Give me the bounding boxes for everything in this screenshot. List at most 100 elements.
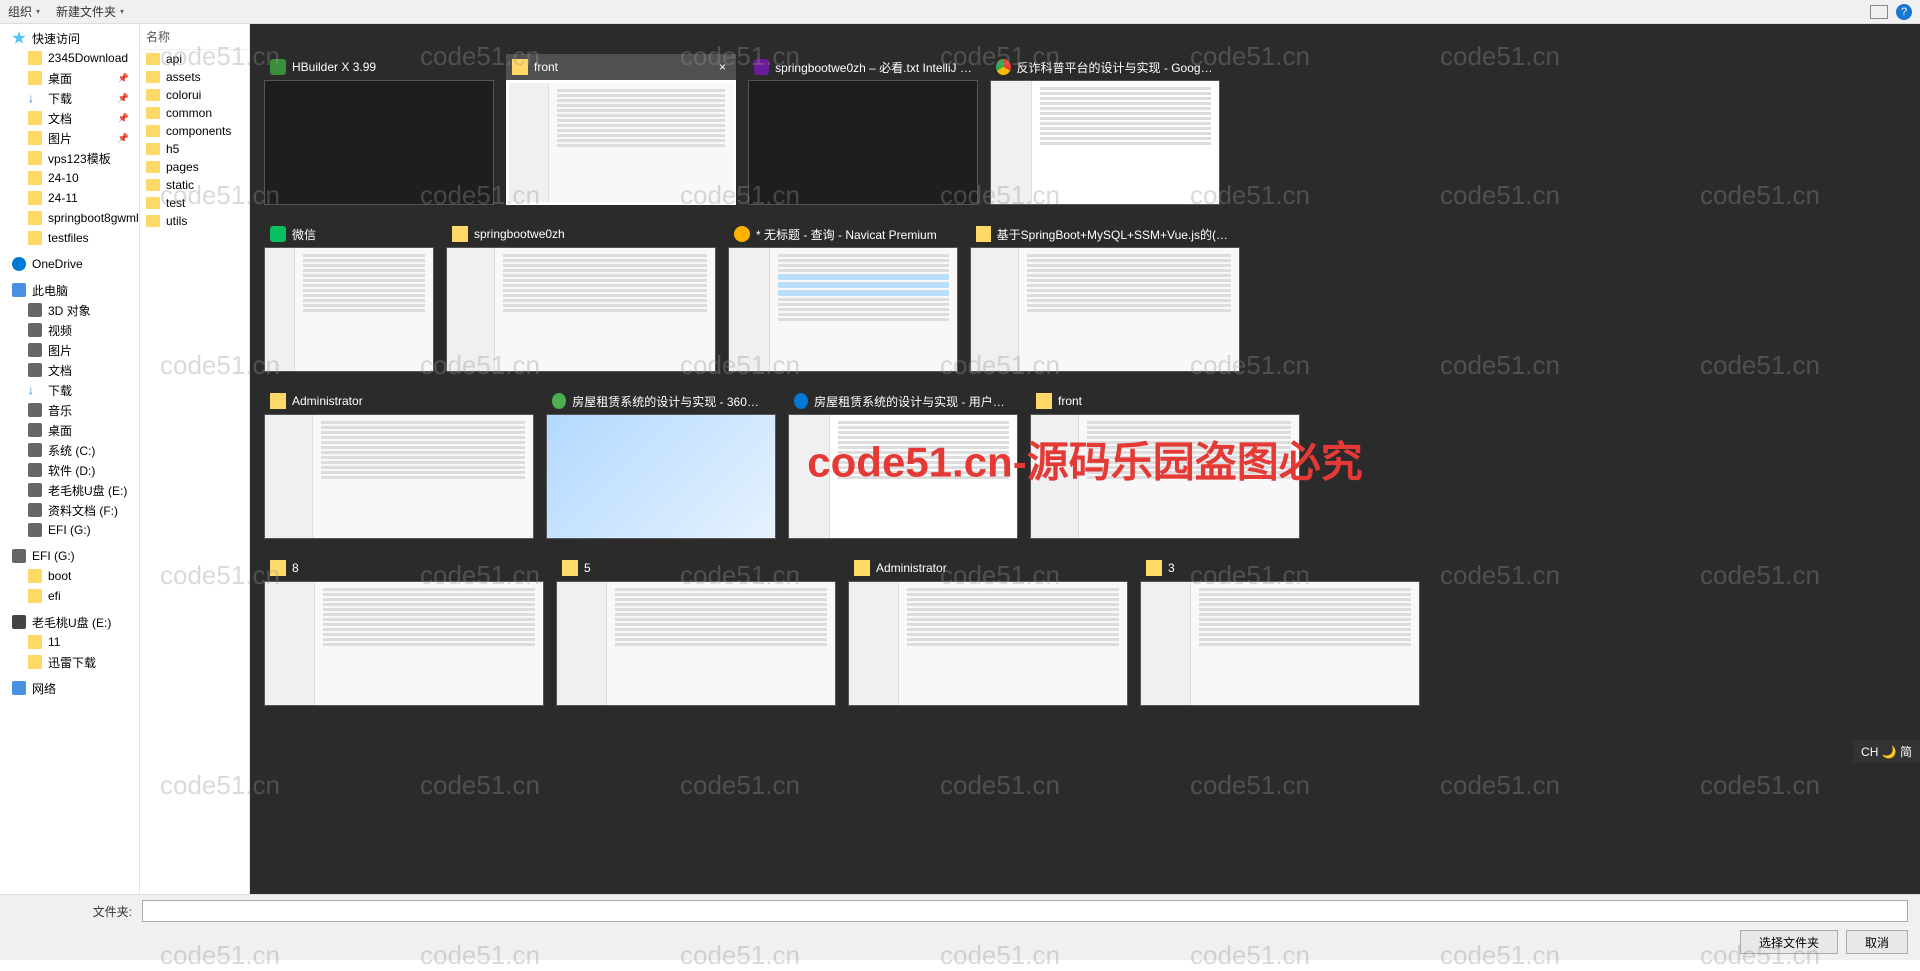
network[interactable]: 网络 — [0, 678, 139, 698]
drive-subitem[interactable]: efi — [0, 586, 139, 606]
window-thumbnail[interactable]: front — [1030, 388, 1300, 539]
folder-list-item[interactable]: pages — [140, 158, 249, 176]
nav-item-label: 迅雷下载 — [48, 654, 96, 671]
window-thumbnail[interactable]: 房屋租赁系统的设计与实现 - 360安全浏… — [546, 388, 776, 539]
efi-drive[interactable]: EFI (G:) — [0, 546, 139, 566]
quick-access-item[interactable]: 24-10 — [0, 168, 139, 188]
pc-item[interactable]: 资料文档 (F:) — [0, 500, 139, 520]
folder-name: utils — [166, 214, 187, 228]
folder-icon — [146, 89, 160, 101]
folder-list-item[interactable]: common — [140, 104, 249, 122]
pc-item[interactable]: 音乐 — [0, 400, 139, 420]
drive-icon: ↓ — [28, 383, 42, 397]
folder-list-item[interactable]: api — [140, 50, 249, 68]
drive-icon — [28, 303, 42, 317]
folder-icon — [28, 171, 42, 185]
pc-item[interactable]: 桌面 — [0, 420, 139, 440]
quick-access-item[interactable]: 2345Download — [0, 48, 139, 68]
thumbnail-title-bar: 微信 — [264, 221, 434, 247]
folder-list-item[interactable]: colorui — [140, 86, 249, 104]
usb-icon — [12, 615, 26, 629]
main-area: 快速访问 2345Download桌面📌↓下载📌文档📌图片📌vps123模板24… — [0, 24, 1920, 894]
window-thumbnail[interactable]: Administrator — [848, 555, 1128, 706]
quick-access-item[interactable]: 桌面📌 — [0, 68, 139, 88]
onedrive[interactable]: OneDrive — [0, 254, 139, 274]
window-thumbnail[interactable]: front× — [506, 54, 736, 205]
window-thumbnail[interactable]: 5 — [556, 555, 836, 706]
nav-item-label: testfiles — [48, 231, 89, 245]
folder-list-item[interactable]: static — [140, 176, 249, 194]
window-thumbnail[interactable]: 3 — [1140, 555, 1420, 706]
organize-menu[interactable]: 组织 — [8, 3, 40, 20]
nav-item-label: vps123模板 — [48, 150, 111, 167]
app-icon — [270, 560, 286, 576]
app-icon — [512, 59, 528, 75]
window-thumbnail[interactable]: Administrator — [264, 388, 534, 539]
pc-item[interactable]: 视频 — [0, 320, 139, 340]
quick-access-item[interactable]: testfiles — [0, 228, 139, 248]
drive-icon — [28, 523, 42, 537]
network-label: 网络 — [32, 680, 56, 697]
folder-icon — [28, 71, 42, 85]
window-thumbnail[interactable]: 8 — [264, 555, 544, 706]
folder-list-column: 名称 apiassetscolorui common componentsh5pag… — [140, 24, 250, 894]
new-folder-menu[interactable]: 新建文件夹 — [56, 3, 124, 20]
usb-drive[interactable]: 老毛桃U盘 (E:) — [0, 612, 139, 632]
pc-item[interactable]: 系统 (C:) — [0, 440, 139, 460]
efi-label: EFI (G:) — [32, 549, 75, 563]
window-thumbnail[interactable]: HBuilder X 3.99 — [264, 54, 494, 205]
folder-list-item[interactable]: assets — [140, 68, 249, 86]
pc-item[interactable]: 老毛桃U盘 (E:) — [0, 480, 139, 500]
folder-name: common — [166, 106, 212, 120]
drive-subitem[interactable]: 11 — [0, 632, 139, 652]
nav-item-label: 软件 (D:) — [48, 462, 95, 479]
thumbnail-preview — [1030, 414, 1300, 539]
quick-access-item[interactable]: vps123模板 — [0, 148, 139, 168]
folder-list-item[interactable]: test — [140, 194, 249, 212]
quick-access-item[interactable]: springboot8gwml — [0, 208, 139, 228]
select-folder-button[interactable]: 选择文件夹 — [1740, 930, 1838, 954]
app-icon — [552, 393, 566, 409]
folder-path-input[interactable] — [142, 900, 1908, 922]
nav-item-label: 24-11 — [48, 191, 78, 205]
window-thumbnail[interactable]: 微信 — [264, 221, 434, 372]
thumbnail-title-bar: 8 — [264, 555, 544, 581]
drive-subitem[interactable]: 迅雷下载 — [0, 652, 139, 672]
pc-item[interactable]: 软件 (D:) — [0, 460, 139, 480]
pc-item[interactable]: 文档 — [0, 360, 139, 380]
download-icon: ↓ — [28, 91, 42, 105]
thumbnail-preview — [264, 247, 434, 372]
window-thumbnail[interactable]: springbootwe0zh – 必看.txt IntelliJ ID… — [748, 54, 978, 205]
quick-access[interactable]: 快速访问 — [0, 28, 139, 48]
drive-subitem[interactable]: boot — [0, 566, 139, 586]
quick-access-item[interactable]: ↓下载📌 — [0, 88, 139, 108]
folder-name: static — [166, 178, 194, 192]
ime-indicator[interactable]: CH 🌙 简 — [1853, 740, 1920, 763]
pc-item[interactable]: 图片 — [0, 340, 139, 360]
nav-item-label: 老毛桃U盘 (E:) — [48, 482, 127, 499]
nav-item-label: EFI (G:) — [48, 523, 91, 537]
folder-list-item[interactable]: components — [140, 122, 249, 140]
folder-list-item[interactable]: h5 — [140, 140, 249, 158]
close-icon[interactable]: × — [715, 60, 730, 74]
drive-icon — [28, 443, 42, 457]
folder-icon — [28, 569, 42, 583]
pc-item[interactable]: 3D 对象 — [0, 300, 139, 320]
column-header-name[interactable]: 名称 — [140, 24, 249, 50]
folder-list-item[interactable]: utils — [140, 212, 249, 230]
quick-access-item[interactable]: 文档📌 — [0, 108, 139, 128]
quick-access-item[interactable]: 图片📌 — [0, 128, 139, 148]
window-thumbnail[interactable]: 基于SpringBoot+MySQL+SSM+Vue.js的(附论文) — [970, 221, 1240, 372]
quick-access-item[interactable]: 24-11 — [0, 188, 139, 208]
cancel-button[interactable]: 取消 — [1846, 930, 1908, 954]
help-icon[interactable]: ? — [1896, 4, 1912, 20]
this-pc[interactable]: 此电脑 — [0, 280, 139, 300]
window-thumbnail[interactable]: springbootwe0zh — [446, 221, 716, 372]
view-mode-icon[interactable] — [1870, 5, 1888, 19]
pc-item[interactable]: EFI (G:) — [0, 520, 139, 540]
drive-icon — [28, 423, 42, 437]
window-thumbnail[interactable]: 房屋租赁系统的设计与实现 - 用户配置 1… — [788, 388, 1018, 539]
window-thumbnail[interactable]: 反诈科普平台的设计与实现 - Google C… — [990, 54, 1220, 205]
pc-item[interactable]: ↓下载 — [0, 380, 139, 400]
window-thumbnail[interactable]: * 无标题 - 查询 - Navicat Premium — [728, 221, 958, 372]
